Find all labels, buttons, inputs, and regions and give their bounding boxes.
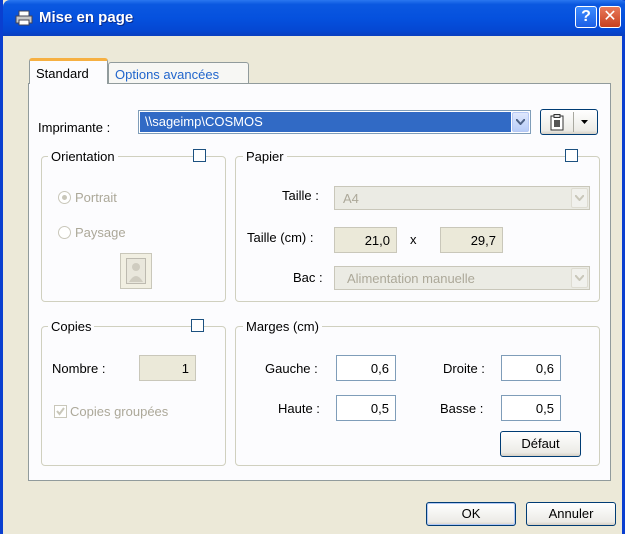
margin-left-label: Gauche : [265, 361, 318, 376]
copies-group-checkbox[interactable] [191, 319, 204, 332]
window-title: Mise en page [39, 9, 134, 26]
tab-standard[interactable]: Standard [29, 58, 108, 84]
page-setup-dialog: Mise en page ? ✕ Standard Options avancé… [0, 0, 625, 534]
tab-options-avancees[interactable]: Options avancées [108, 62, 249, 84]
ok-button[interactable]: OK [426, 502, 516, 526]
paper-group-checkbox[interactable] [565, 149, 578, 162]
chevron-down-icon[interactable] [512, 112, 529, 132]
chevron-down-icon[interactable] [571, 188, 588, 208]
times-sign: x [410, 232, 417, 247]
margin-left-field[interactable]: 0,6 [336, 355, 396, 381]
printer-label: Imprimante : [38, 120, 111, 135]
printer-select[interactable]: \\sageimp\COSMOS [138, 110, 531, 134]
portrait-label: Portrait [75, 190, 117, 205]
orientation-title: Orientation [48, 149, 118, 164]
margin-bottom-label: Basse : [440, 401, 484, 416]
copies-title: Copies [48, 319, 95, 334]
caret-down-icon [581, 120, 588, 124]
paper-size-select[interactable]: A4 [334, 186, 590, 210]
title-bar[interactable]: Mise en page ? ✕ [3, 0, 625, 36]
printer-properties-icon [550, 114, 564, 131]
paper-width-field[interactable]: 21,0 [334, 227, 397, 253]
paper-title: Papier [243, 149, 287, 164]
printer-properties-button[interactable] [540, 109, 598, 135]
collate-label: Copies groupées [70, 404, 169, 419]
page-setup-icon [15, 10, 33, 26]
margin-bottom-field[interactable]: 0,5 [501, 395, 561, 421]
paper-height-field[interactable]: 29,7 [440, 227, 503, 253]
paper-size-label: Taille : [282, 188, 319, 203]
copies-group [41, 326, 226, 466]
help-button[interactable]: ? [575, 6, 597, 28]
margin-top-label: Haute : [278, 401, 320, 416]
close-icon: ✕ [603, 8, 617, 25]
paper-tray-value: Alimentation manuelle [347, 271, 475, 286]
copies-number-label: Nombre : [52, 361, 106, 376]
orientation-group-checkbox[interactable] [193, 149, 206, 162]
copies-number-field[interactable]: 1 [139, 355, 196, 381]
paysage-radio[interactable] [58, 226, 71, 239]
checkmark-icon [56, 407, 65, 416]
paper-size-cm-label: Taille (cm) : [247, 230, 314, 245]
margins-title: Marges (cm) [243, 319, 322, 334]
cancel-button[interactable]: Annuler [526, 502, 616, 526]
margin-right-label: Droite : [443, 361, 485, 376]
portrait-radio[interactable] [58, 191, 71, 204]
collate-checkbox[interactable] [54, 405, 67, 418]
printer-value: \\sageimp\COSMOS [145, 114, 263, 129]
default-margins-button[interactable]: Défaut [500, 431, 581, 457]
paper-tray-select[interactable]: Alimentation manuelle [334, 266, 590, 290]
chevron-down-icon[interactable] [571, 268, 588, 288]
portrait-preview-icon [126, 258, 146, 284]
paper-size-value: A4 [343, 191, 359, 206]
close-button[interactable]: ✕ [599, 6, 621, 28]
orientation-preview [120, 253, 152, 289]
paysage-label: Paysage [75, 225, 126, 240]
margin-top-field[interactable]: 0,5 [336, 395, 396, 421]
margin-right-field[interactable]: 0,6 [501, 355, 561, 381]
paper-tray-label: Bac : [293, 270, 323, 285]
